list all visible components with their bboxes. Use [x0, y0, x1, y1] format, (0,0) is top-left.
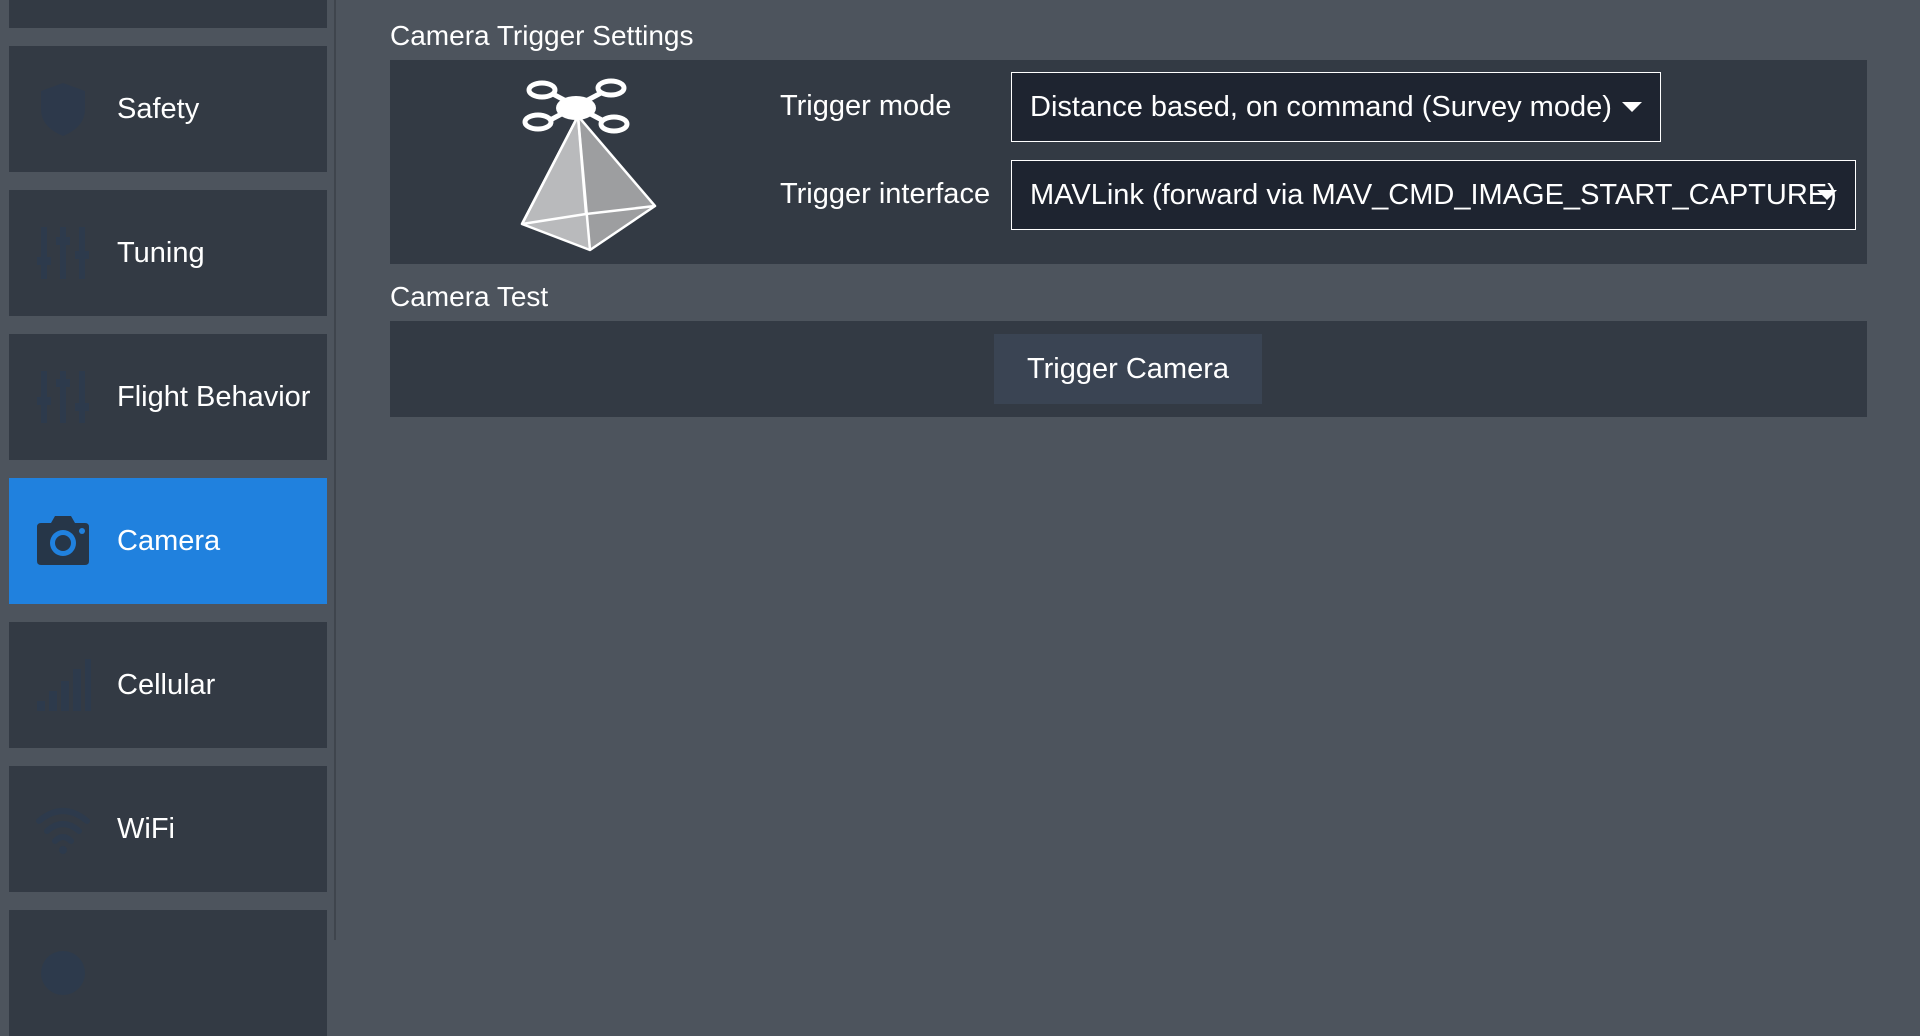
tuning-icon — [37, 227, 89, 279]
sidebar-item-label: WiFi — [117, 813, 175, 845]
safety-icon — [41, 83, 85, 136]
trigger-camera-button[interactable]: Trigger Camera — [994, 334, 1262, 404]
trigger-mode-label: Trigger mode — [780, 90, 952, 122]
camera-test-title: Camera Test — [390, 281, 549, 312]
trigger-mode-select[interactable]: Distance based, on command (Survey mode) — [1011, 72, 1661, 142]
sidebar-item-camera[interactable]: Camera — [9, 478, 327, 604]
sidebar-item-tuning[interactable]: Tuning — [9, 190, 327, 316]
trigger-interface-value: MAVLink (forward via MAV_CMD_IMAGE_START… — [1030, 179, 1837, 211]
chevron-down-icon — [1622, 102, 1642, 112]
sidebar-item-top[interactable] — [9, 0, 327, 28]
trigger-settings-title: Camera Trigger Settings — [390, 20, 694, 51]
more-icon — [41, 951, 85, 995]
flight-behavior-icon — [37, 371, 89, 423]
camera-icon — [37, 516, 89, 565]
sidebar-item-wifi[interactable]: WiFi — [9, 766, 327, 892]
sidebar-item-label: Camera — [117, 525, 221, 557]
sidebar: Safety Tuning Flight Behavior Camera Cel… — [0, 0, 336, 1036]
wifi-icon — [36, 808, 90, 854]
sidebar-item-cellular[interactable]: Cellular — [9, 622, 327, 748]
cellular-icon — [37, 659, 91, 711]
chevron-down-icon — [1817, 190, 1837, 200]
trigger-interface-select[interactable]: MAVLink (forward via MAV_CMD_IMAGE_START… — [1011, 160, 1856, 230]
sidebar-item-label: Safety — [117, 93, 200, 125]
trigger-mode-value: Distance based, on command (Survey mode) — [1030, 91, 1612, 123]
drone-camera-pyramid-icon — [520, 78, 657, 252]
sidebar-item-more[interactable] — [9, 910, 327, 1036]
sidebar-item-label: Cellular — [117, 669, 216, 701]
sidebar-item-label: Flight Behavior — [117, 381, 311, 413]
sidebar-item-safety[interactable]: Safety — [9, 46, 327, 172]
sidebar-item-label: Tuning — [117, 237, 205, 269]
trigger-interface-label: Trigger interface — [780, 178, 991, 210]
sidebar-item-flight-behavior[interactable]: Flight Behavior — [9, 334, 327, 460]
sidebar-divider — [334, 0, 336, 940]
